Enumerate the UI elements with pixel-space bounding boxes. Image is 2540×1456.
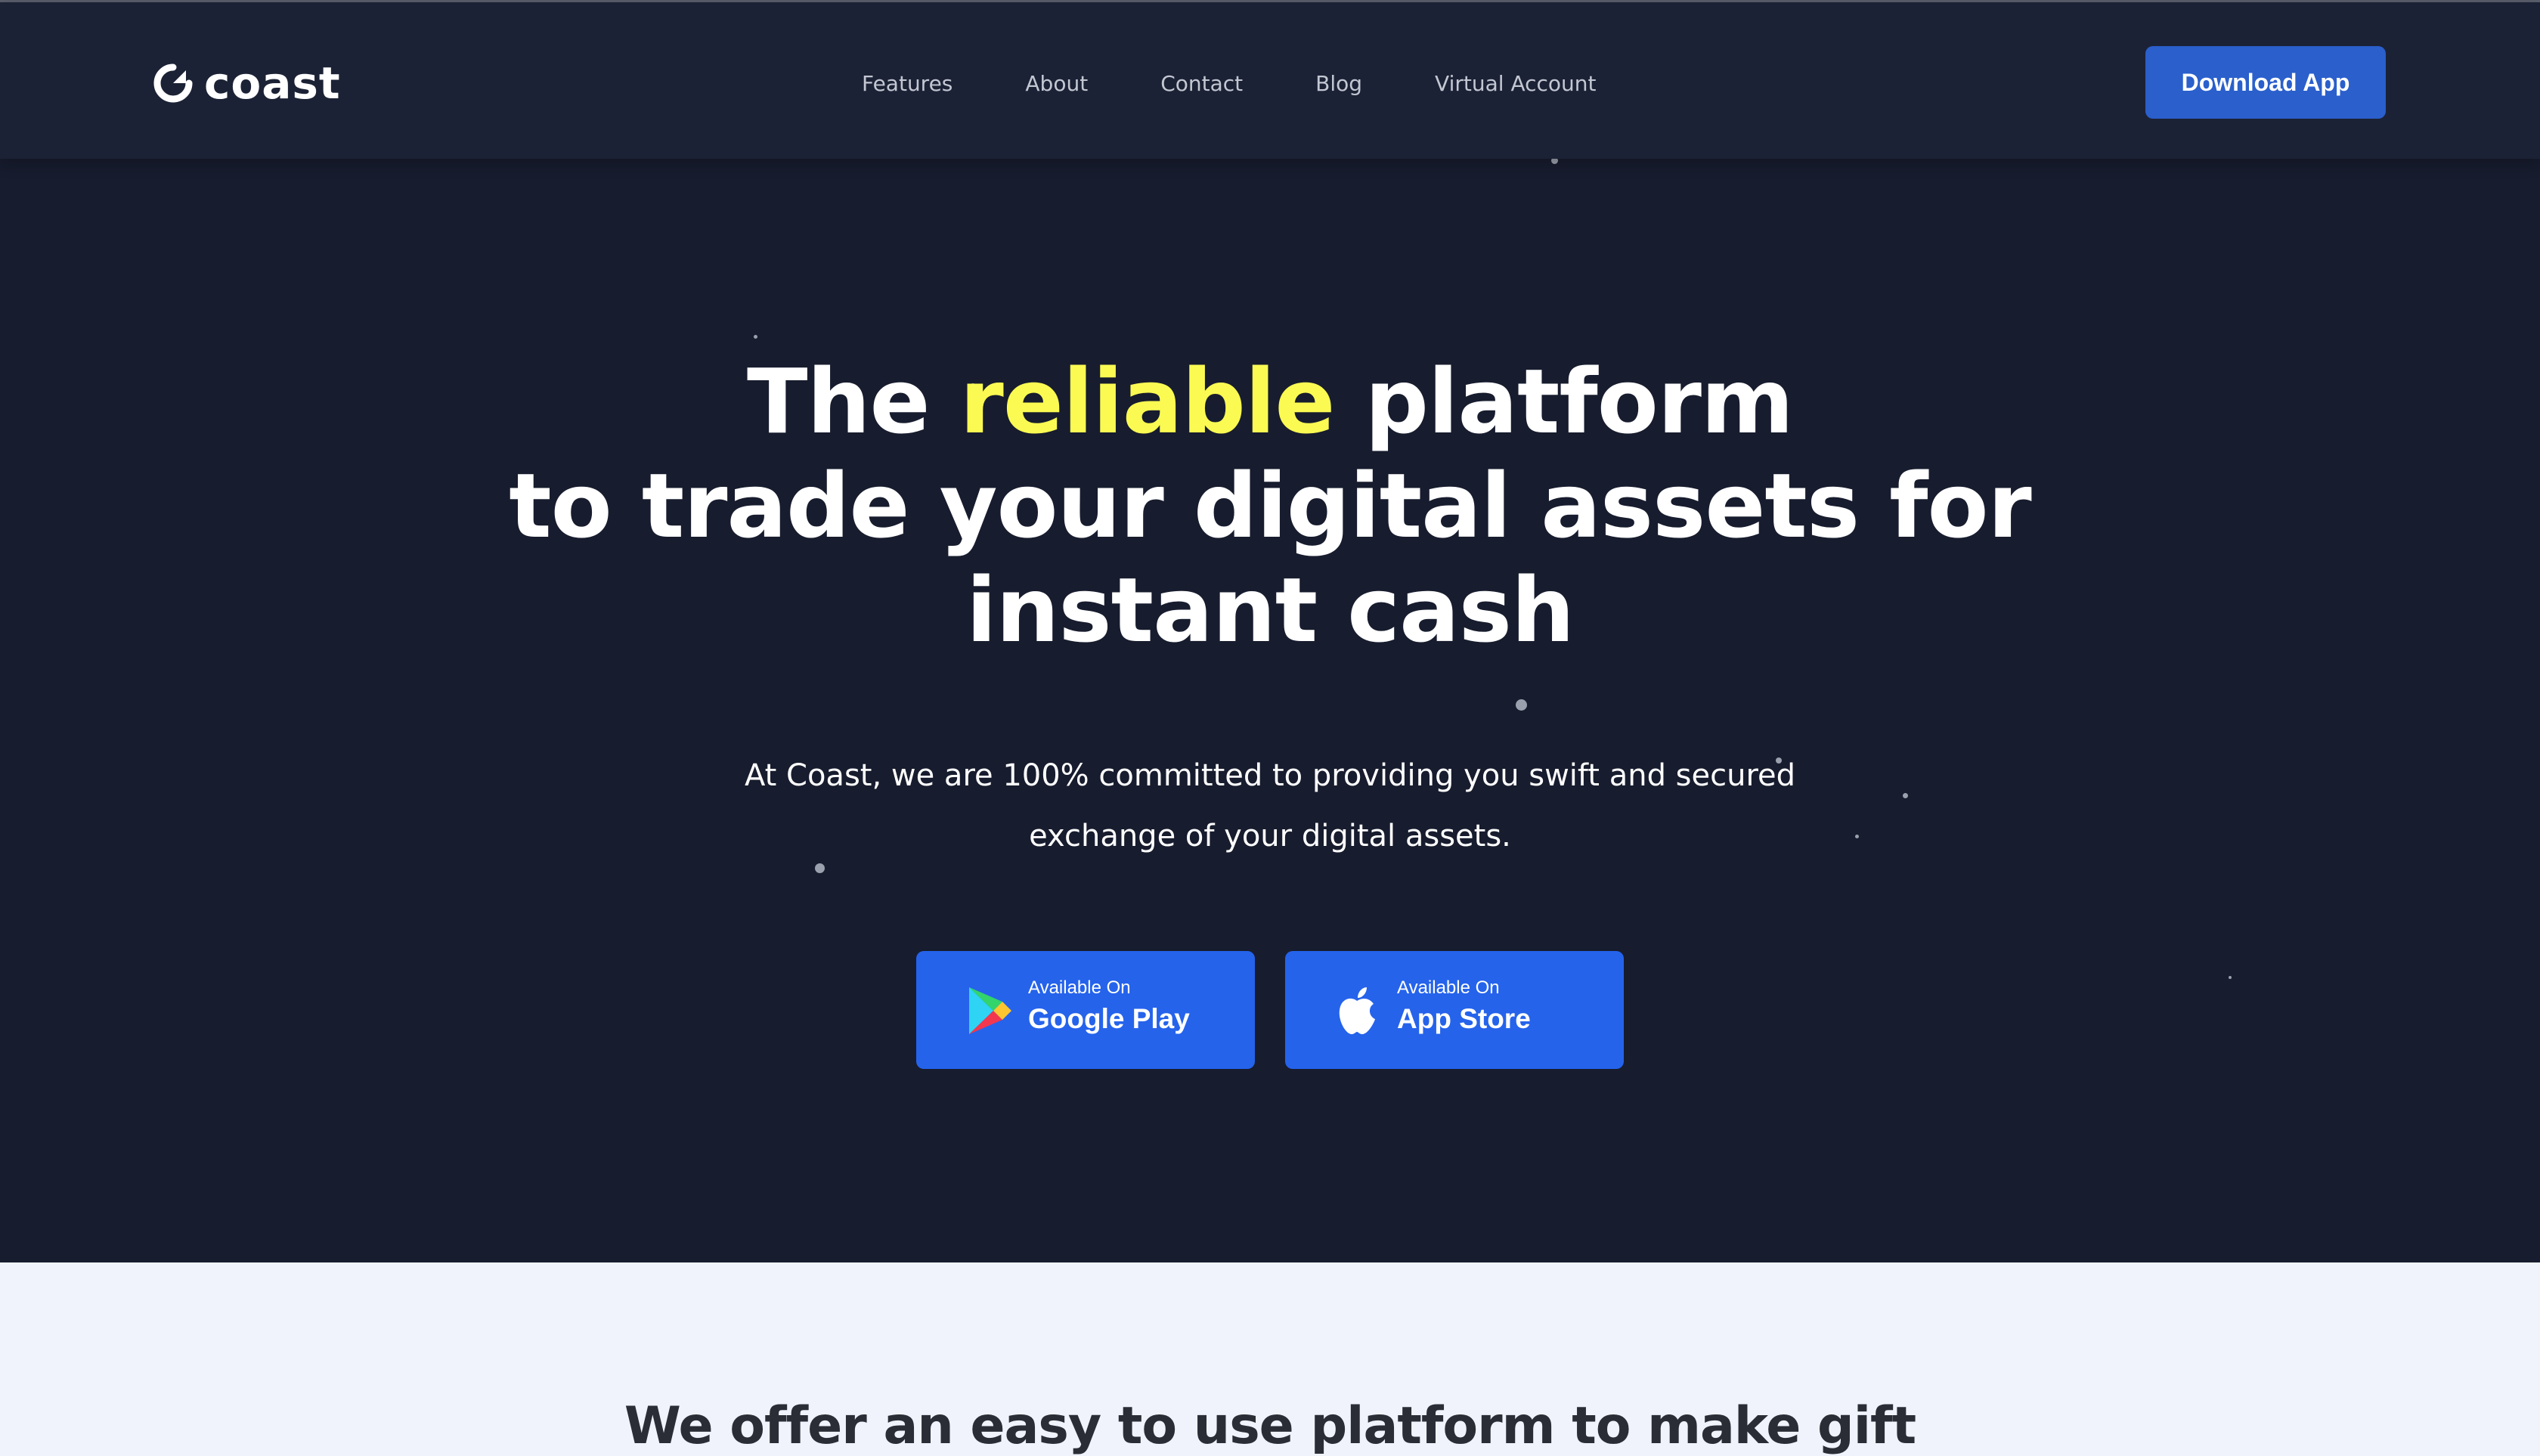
store-small-label: Available On [1028,977,1131,998]
app-store-text: Available On App Store [1397,977,1531,1039]
nav-links: Features About Contact Blog Virtual Acco… [862,64,1597,102]
brand-logo[interactable]: coast [153,57,341,110]
apple-icon [1339,987,1375,1034]
particle-dot [2229,976,2232,979]
particle-dot [754,335,757,339]
nav-link-about[interactable]: About [1025,71,1088,96]
store-small-label: Available On [1397,977,1500,998]
headline-line-1: The reliable platform [0,349,2540,454]
nav-link-virtual-account[interactable]: Virtual Account [1435,71,1596,96]
download-app-button[interactable]: Download App [2145,46,2386,119]
page: coast Features About Contact Blog Virtua… [0,0,2540,1456]
nav-link-contact[interactable]: Contact [1160,71,1243,96]
hero-subtext: At Coast, we are 100% committed to provi… [0,745,2540,866]
nav-link-features[interactable]: Features [862,71,952,96]
headline-line-2: to trade your digital assets for [509,454,2031,558]
nav-link-blog[interactable]: Blog [1315,71,1362,96]
headline-accent-word: reliable [959,349,1336,454]
google-play-button[interactable]: Available On Google Play [916,951,1255,1069]
subtext-line-2: exchange of your digital assets. [1029,819,1511,853]
particle-dot [1516,699,1527,711]
brand-name: coast [204,57,341,109]
google-play-icon [969,987,1011,1034]
store-big-label: App Store [1397,1003,1531,1034]
navbar: coast Features About Contact Blog Virtua… [0,2,2540,159]
headline-line-3: instant cash [965,558,1575,662]
headline-text: The [747,349,960,454]
hero-headline: The reliable platform to trade your digi… [0,349,2540,662]
store-big-label: Google Play [1028,1003,1190,1034]
subtext-line-1: At Coast, we are 100% committed to provi… [744,758,1796,793]
hero-section: coast Features About Contact Blog Virtua… [0,0,2540,1262]
coast-logo-icon [153,64,193,103]
app-store-button[interactable]: Available On App Store [1285,951,1624,1069]
features-section-title: We offer an easy to use platform to make… [624,1396,1916,1456]
headline-text: platform [1334,349,1794,454]
google-play-text: Available On Google Play [1028,977,1190,1039]
